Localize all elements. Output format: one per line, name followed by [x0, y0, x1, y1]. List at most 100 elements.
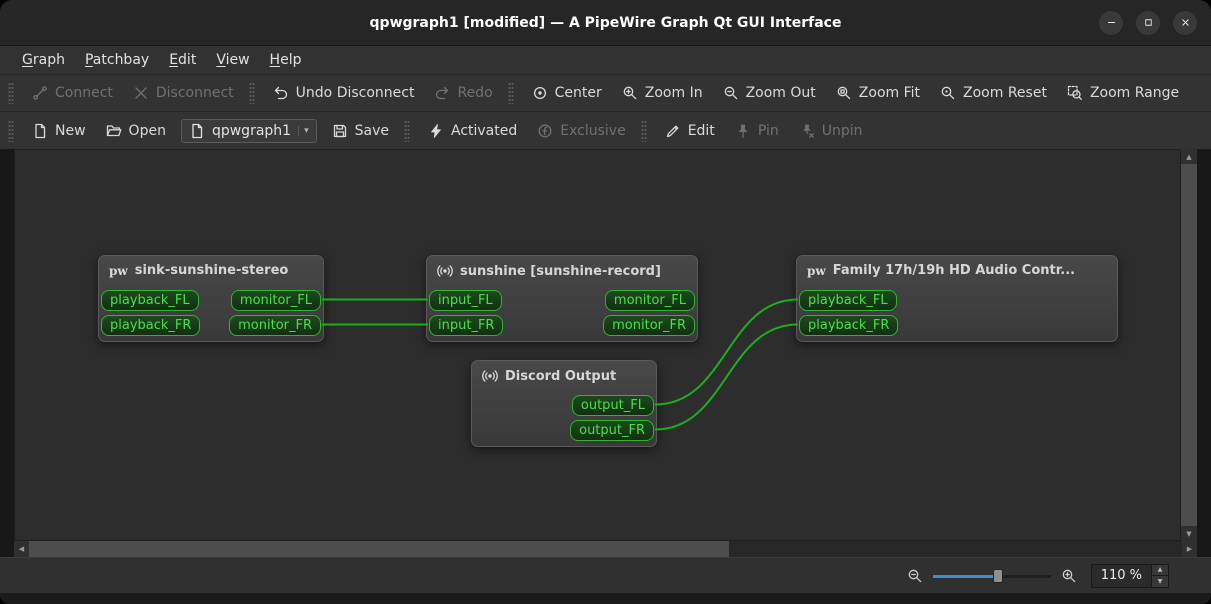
horizontal-scrollbar[interactable]: ◀ ▶	[14, 541, 1197, 557]
toolbar-button-label: Edit	[687, 122, 715, 139]
scroll-left-arrow-icon[interactable]: ◀	[14, 541, 29, 557]
window-bottom-edge	[0, 593, 1211, 604]
edit-button[interactable]: Edit	[656, 118, 724, 144]
vertical-scrollbar-thumb[interactable]	[1181, 164, 1197, 526]
zoom-range-button[interactable]: Zoom Range	[1058, 80, 1188, 106]
node-title: sink-sunshine-stereo	[134, 263, 289, 278]
scroll-up-arrow-icon[interactable]: ▲	[1181, 149, 1197, 164]
node-header: pw Family 17h/19h HD Audio Contr...	[797, 256, 1117, 278]
maximize-button[interactable]	[1136, 10, 1160, 35]
port-output_FL[interactable]: output_FL	[571, 395, 654, 416]
toolbar-button-label: Exclusive	[560, 122, 626, 139]
slider-fill	[932, 574, 998, 578]
node-family-hd-audio[interactable]: pw Family 17h/19h HD Audio Contr... playba…	[796, 255, 1118, 342]
zoom-spinbox[interactable]: 110 % ▲ ▼	[1090, 563, 1169, 588]
connect-icon	[32, 85, 48, 101]
disconnect-button[interactable]: Disconnect	[124, 80, 243, 106]
horizontal-scrollbar-track[interactable]	[729, 541, 1182, 557]
scroll-down-arrow-icon[interactable]: ▼	[1181, 526, 1197, 541]
titlebar[interactable]: qpwgraph1 [modified] — A PipeWire Graph …	[0, 0, 1211, 46]
node-title: sunshine [sunshine-record]	[460, 263, 661, 279]
slider-handle[interactable]	[992, 568, 1003, 583]
center-button[interactable]: Center	[523, 80, 611, 106]
port-monitor_FL[interactable]: monitor_FL	[604, 290, 695, 311]
open-button[interactable]: Open	[97, 118, 175, 144]
spinbox-arrows: ▲ ▼	[1151, 564, 1168, 587]
node-sunshine[interactable]: sunshine [sunshine-record] input_FL input_…	[426, 255, 698, 342]
port-output_FR[interactable]: output_FR	[570, 420, 654, 441]
port-input_FL[interactable]: input_FL	[429, 290, 502, 311]
scroll-right-arrow-icon[interactable]: ▶	[1182, 541, 1197, 557]
vertical-scrollbar[interactable]: ▲ ▼	[1181, 149, 1197, 541]
graph-canvas[interactable]: pw sink-sunshine-stereo playback_FL playbac…	[14, 149, 1181, 541]
statusbar: 110 % ▲ ▼	[0, 557, 1211, 593]
toolbar-button-label: Zoom Reset	[963, 85, 1047, 101]
toolbar-handle[interactable]	[8, 82, 14, 104]
menu-edit[interactable]: Edit	[159, 46, 206, 74]
save-button[interactable]: Save	[323, 118, 398, 144]
combo-value: qpwgraph1	[211, 122, 292, 139]
menu-view[interactable]: View	[206, 46, 259, 74]
redo-icon	[434, 85, 450, 101]
connect-button[interactable]: Connect	[23, 80, 122, 106]
toolbar-button-label: Redo	[457, 85, 493, 101]
toolbar-button-label: Zoom In	[644, 85, 703, 101]
spin-up-button[interactable]: ▲	[1152, 564, 1168, 575]
menu-help[interactable]: Help	[260, 46, 312, 74]
zoom-out-button[interactable]: Zoom Out	[714, 80, 825, 106]
zoom-out-icon	[723, 85, 739, 101]
port-monitor_FR[interactable]: monitor_FR	[229, 315, 321, 336]
port-monitor_FL[interactable]: monitor_FL	[230, 290, 321, 311]
zoom-range-icon	[1067, 85, 1083, 101]
undo-icon	[273, 85, 289, 101]
connections-layer	[322, 298, 799, 431]
unpin-button[interactable]: Unpin	[790, 118, 872, 144]
node-sink-sunshine-stereo[interactable]: pw sink-sunshine-stereo playback_FLplaybac…	[98, 255, 324, 342]
stream-icon	[437, 263, 453, 279]
spin-down-button[interactable]: ▼	[1152, 575, 1168, 587]
pin-button[interactable]: Pin	[726, 118, 788, 144]
zoom-in-button[interactable]: Zoom In	[613, 80, 712, 106]
exclusive-button[interactable]: Exclusive	[528, 118, 634, 144]
activated-button[interactable]: Activated	[419, 118, 526, 144]
port-monitor_FR[interactable]: monitor_FR	[603, 315, 695, 336]
zoom-slider[interactable]	[932, 568, 1051, 584]
toolbar-handle[interactable]	[403, 119, 410, 142]
stream-icon	[482, 368, 498, 384]
zoom-reset-button[interactable]: Zoom Reset	[931, 80, 1056, 106]
close-icon	[1180, 17, 1191, 28]
maximize-icon	[1143, 17, 1154, 28]
zoom-out-icon[interactable]	[907, 568, 923, 584]
port-playback_FL[interactable]: playback_FL	[799, 290, 897, 311]
toolbar-button-label: Open	[128, 122, 166, 139]
toolbar-handle[interactable]	[248, 82, 255, 104]
window-title: qpwgraph1 [modified] — A PipeWire Graph …	[369, 14, 842, 31]
toolbar-handle[interactable]	[640, 119, 647, 142]
zoom-value: 110 %	[1100, 568, 1142, 583]
minimize-button[interactable]	[1099, 10, 1123, 35]
menubar: Graph Patchbay Edit View Help	[0, 46, 1211, 74]
toolbar-handle[interactable]	[507, 82, 514, 104]
node-discord-output[interactable]: Discord Output output_FL output_FR	[471, 360, 657, 447]
node-title: Family 17h/19h HD Audio Contr...	[832, 263, 1076, 278]
port-input_FR[interactable]: input_FR	[429, 315, 504, 336]
toolbar-button-label: Pin	[757, 122, 779, 139]
port-playback_FR[interactable]: playback_FR	[101, 315, 201, 336]
horizontal-scrollbar-thumb[interactable]	[29, 541, 729, 557]
redo-button[interactable]: Redo	[425, 80, 501, 106]
undo-disconnect-button[interactable]: Undo Disconnect	[264, 80, 424, 106]
toolbar-button-label: Zoom Fit	[858, 85, 921, 101]
zoom-in-icon[interactable]	[1061, 568, 1077, 584]
menu-patchbay[interactable]: Patchbay	[75, 46, 159, 74]
pipewire-icon: pw	[109, 263, 128, 278]
menu-graph[interactable]: Graph	[12, 46, 75, 74]
toolbar-button-label: New	[55, 122, 86, 139]
zoom-fit-button[interactable]: Zoom Fit	[827, 80, 929, 106]
new-button[interactable]: New	[23, 118, 95, 144]
toolbar-handle[interactable]	[8, 119, 14, 142]
port-playback_FL[interactable]: playback_FL	[101, 290, 199, 311]
port-playback_FR[interactable]: playback_FR	[799, 315, 899, 336]
patchbay-file-combo[interactable]: qpwgraph1 ▾	[180, 118, 317, 143]
disconnect-icon	[133, 85, 149, 101]
close-button[interactable]	[1173, 10, 1197, 35]
